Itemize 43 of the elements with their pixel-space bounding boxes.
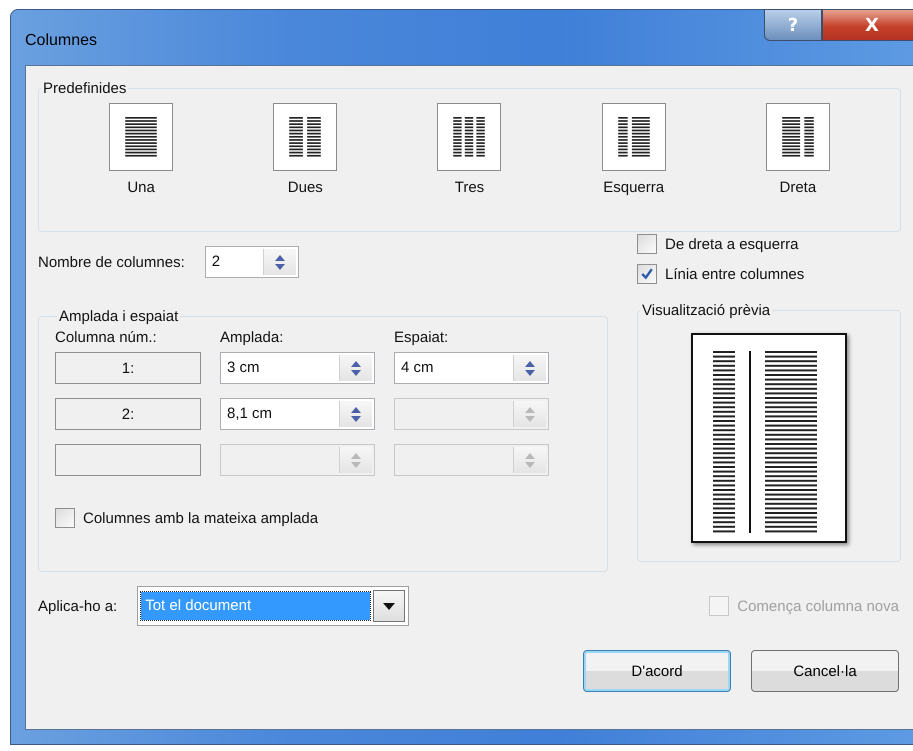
column-header: Espaiat:	[394, 329, 450, 346]
spin-arrows-icon	[513, 401, 546, 427]
column-number-cell: 1:	[55, 352, 201, 384]
checkbox-label: Línia entre columnes	[665, 266, 804, 282]
spin-arrows-icon	[513, 447, 546, 473]
width-spin-field[interactable]: 3 cm	[220, 352, 375, 384]
spin-arrows-icon	[339, 355, 372, 381]
column-layout-button[interactable]	[602, 103, 666, 171]
group-label: Amplada i espaiat	[58, 308, 180, 325]
checkbox-label: De dreta a esquerra	[665, 236, 798, 252]
layout-label: Dues	[288, 179, 323, 196]
column-layout-button[interactable]	[766, 103, 830, 171]
field-label: Nombre de columnes:	[38, 254, 185, 270]
window-title: Columnes	[25, 32, 98, 50]
column-header: Amplada:	[220, 329, 284, 346]
column-number-cell: 2:	[55, 398, 201, 430]
spin-arrows-icon	[262, 249, 296, 275]
column-layout-button[interactable]	[437, 103, 502, 171]
layout-label: Tres	[454, 179, 484, 196]
field-label: Aplica-ho a:	[38, 598, 118, 614]
columns-spin-field[interactable]: 2	[204, 246, 299, 278]
checkbox[interactable]	[637, 234, 657, 254]
checkbox[interactable]	[637, 264, 657, 284]
layout-label: Una	[127, 179, 155, 196]
spacing-spin-field[interactable]: 4 cm	[394, 352, 549, 384]
layout-label: Dreta	[780, 179, 816, 196]
cancel-button[interactable]: Cancel·la	[751, 650, 899, 692]
checkbox[interactable]	[55, 508, 75, 528]
column-layout-button[interactable]	[273, 103, 338, 171]
width-spin-field[interactable]: 8,1 cm	[220, 398, 375, 430]
column-header: Columna núm.:	[55, 329, 158, 346]
close-button[interactable]: X	[822, 9, 913, 41]
group-label: Predefinides	[42, 80, 128, 97]
check-icon	[641, 268, 653, 280]
spin-arrows-icon	[513, 355, 546, 381]
group-label: Visualització prèvia	[641, 302, 772, 319]
checkbox-label: Comença columna nova	[737, 598, 899, 614]
column-layout-button[interactable]	[109, 103, 174, 171]
spin-arrows-icon	[339, 447, 372, 473]
spin-arrows-icon	[339, 401, 372, 427]
checkbox-label: Columnes amb la mateixa amplada	[83, 510, 318, 526]
layout-label: Esquerra	[603, 179, 664, 196]
ok-button[interactable]: D'acord	[583, 650, 731, 692]
